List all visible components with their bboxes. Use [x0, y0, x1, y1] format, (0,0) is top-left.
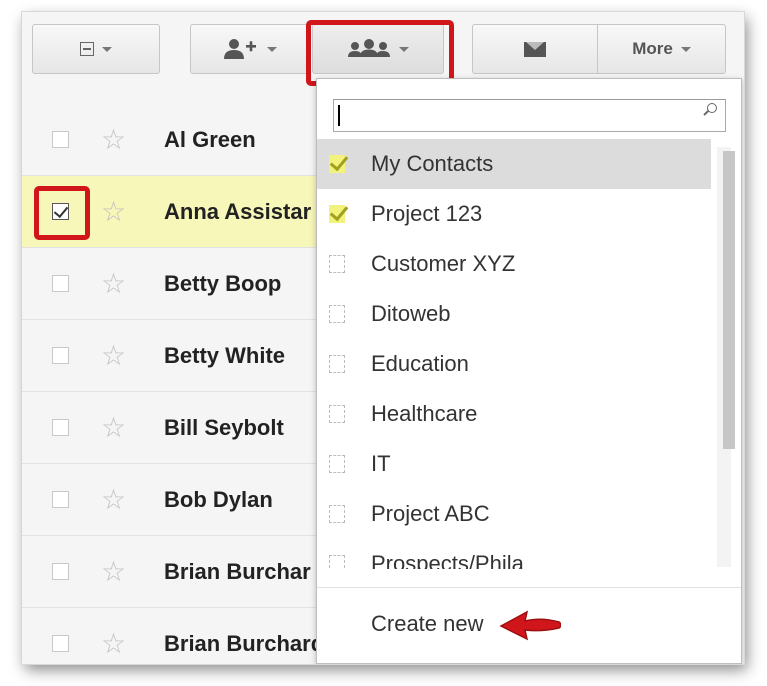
text-cursor [338, 105, 340, 126]
label-checkbox[interactable] [329, 155, 345, 173]
row-checkbox[interactable] [52, 419, 69, 436]
contact-row[interactable]: ☆ Bob Dylan [22, 464, 322, 536]
label-text: Prospects/Phila [371, 551, 524, 569]
label-text: Ditoweb [371, 301, 451, 326]
chevron-down-icon [102, 46, 112, 52]
more-label: More [632, 39, 673, 58]
row-checkbox[interactable] [52, 131, 69, 148]
star-icon[interactable]: ☆ [101, 341, 126, 370]
contact-name[interactable]: Betty White [164, 343, 285, 369]
label-checkbox[interactable] [329, 255, 345, 273]
row-checkbox[interactable] [52, 563, 69, 580]
contact-name[interactable]: Brian Burchar [164, 559, 311, 585]
chevron-down-icon [680, 46, 691, 52]
label-checkbox[interactable] [329, 405, 345, 423]
contact-name[interactable]: Bill Seybolt [164, 415, 284, 441]
star-icon[interactable]: ☆ [101, 485, 126, 514]
contact-row[interactable]: ☆ Al Green [22, 104, 322, 176]
label-item-ditoweb[interactable]: Ditoweb [317, 289, 711, 339]
search-icon [707, 103, 717, 113]
contact-name[interactable]: Brian Burchard [164, 631, 324, 657]
label-item-education[interactable]: Education [317, 339, 711, 389]
label-text: Education [371, 351, 469, 376]
groups-dropdown: My Contacts Project 123 Customer XYZ Dit… [316, 78, 742, 664]
contact-name[interactable]: Bob Dylan [164, 487, 273, 513]
star-icon[interactable]: ☆ [101, 269, 126, 298]
label-list: My Contacts Project 123 Customer XYZ Dit… [317, 139, 711, 569]
label-item-project-123[interactable]: Project 123 [317, 189, 711, 239]
select-menu-button[interactable] [32, 24, 160, 74]
screenshot-frame: More ☆ Al Green ☆ Anna Assistar ☆ Betty … [22, 12, 744, 664]
chevron-down-icon [267, 46, 277, 52]
contact-row[interactable]: ☆ Betty Boop [22, 248, 322, 320]
row-checkbox[interactable] [52, 635, 69, 652]
star-icon[interactable]: ☆ [101, 557, 126, 586]
select-all-checkbox-icon [80, 42, 94, 56]
add-person-icon [224, 39, 256, 59]
star-icon[interactable]: ☆ [101, 629, 126, 658]
red-arrow-icon [499, 610, 561, 641]
label-item-customer-xyz[interactable]: Customer XYZ [317, 239, 711, 289]
annotation-highlight-checkbox [34, 186, 90, 240]
contact-row[interactable]: ☆ Bill Seybolt [22, 392, 322, 464]
contact-name[interactable]: Betty Boop [164, 271, 281, 297]
label-text: My Contacts [371, 151, 494, 176]
label-checkbox[interactable] [329, 305, 345, 323]
contact-name[interactable]: Al Green [164, 127, 256, 153]
star-icon[interactable]: ☆ [101, 413, 126, 442]
label-checkbox[interactable] [329, 555, 345, 569]
star-icon[interactable]: ☆ [101, 125, 126, 154]
email-button[interactable] [472, 24, 597, 74]
row-checkbox[interactable] [52, 347, 69, 364]
annotation-highlight-groups [306, 20, 454, 86]
label-text: Project 123 [371, 201, 483, 226]
envelope-icon [524, 41, 546, 57]
divider [317, 587, 741, 588]
contact-name[interactable]: Anna Assistar [164, 199, 311, 225]
label-item-my-contacts[interactable]: My Contacts [317, 139, 711, 189]
row-checkbox[interactable] [52, 491, 69, 508]
create-new-label-button[interactable]: Create new [371, 611, 484, 637]
label-text: IT [371, 451, 391, 476]
star-icon[interactable]: ☆ [101, 197, 126, 226]
label-text: Customer XYZ [371, 251, 516, 276]
contact-row[interactable]: ☆ Brian Burchar [22, 536, 322, 608]
scrollbar-thumb[interactable] [723, 151, 735, 449]
label-text: Healthcare [371, 401, 478, 426]
contact-row[interactable]: ☆ Betty White [22, 320, 322, 392]
label-checkbox[interactable] [329, 355, 345, 373]
label-item-healthcare[interactable]: Healthcare [317, 389, 711, 439]
row-checkbox[interactable] [52, 275, 69, 292]
label-checkbox[interactable] [329, 455, 345, 473]
more-button[interactable]: More [597, 24, 726, 74]
label-item-project-abc[interactable]: Project ABC [317, 489, 711, 539]
label-item-prospects-phila[interactable]: Prospects/Phila [317, 539, 711, 569]
label-checkbox[interactable] [329, 205, 345, 223]
label-item-it[interactable]: IT [317, 439, 711, 489]
label-checkbox[interactable] [329, 505, 345, 523]
contact-row[interactable]: ☆ Brian Burchard [22, 608, 324, 664]
add-to-contacts-button[interactable] [190, 24, 310, 74]
label-text: Project ABC [371, 501, 490, 526]
label-search-input[interactable] [333, 99, 726, 132]
